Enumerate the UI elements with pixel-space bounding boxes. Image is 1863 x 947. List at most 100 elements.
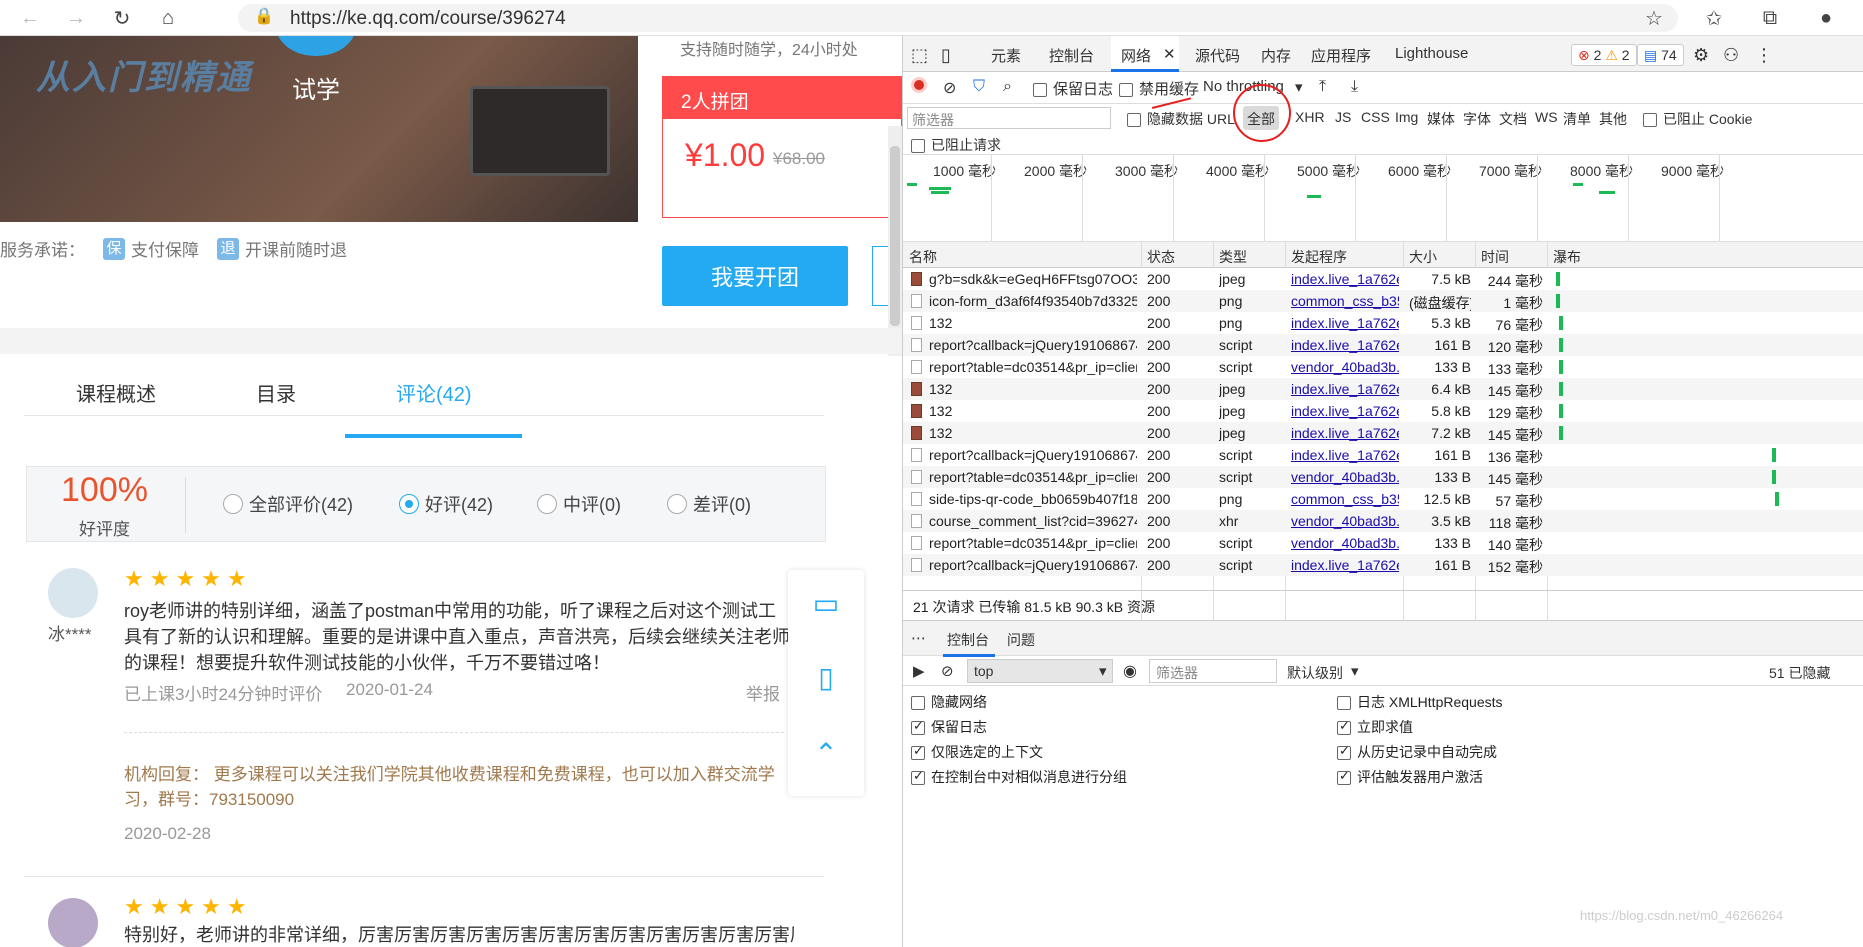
import-icon[interactable]: ⤒	[1319, 78, 1326, 96]
radio-selected-icon[interactable]	[399, 494, 419, 514]
drawer-more-icon[interactable]: ⋯	[911, 629, 926, 647]
console-option[interactable]: 在控制台中对相似消息进行分组	[911, 767, 1127, 787]
tab-lighthouse[interactable]: Lighthouse	[1395, 45, 1468, 62]
context-select[interactable]: top	[967, 659, 1113, 683]
table-row[interactable]: icon-form_d3af6f4f93540b7d33254... 200 png…	[903, 290, 1863, 312]
radio-icon[interactable]	[223, 494, 243, 514]
filter-type-js[interactable]: JS	[1335, 109, 1351, 125]
checkbox-icon[interactable]	[1119, 83, 1133, 98]
table-row[interactable]: course_comment_list?cid=396274&... 200 xhr…	[903, 510, 1863, 532]
error-warning-badge[interactable]: ⊗ 2 ⚠ 2	[1571, 44, 1637, 66]
col-type[interactable]: 类型	[1219, 247, 1247, 267]
console-filter-input[interactable]: 筛选器	[1149, 659, 1277, 683]
filter-type-other[interactable]: 其他	[1599, 109, 1627, 129]
table-row[interactable]: report?callback=jQuery1910686740... 200 sc…	[903, 444, 1863, 466]
checkbox-checked-icon[interactable]	[1337, 743, 1351, 761]
console-option[interactable]: 立即求值	[1337, 717, 1413, 737]
filter-neutral[interactable]: 中评(0)	[537, 491, 621, 517]
open-group-button[interactable]: 我要开团	[662, 246, 848, 306]
filter-type-xhr[interactable]: XHR	[1295, 109, 1325, 125]
table-row[interactable]: report?table=dc03514&pr_ip=client... 200 s…	[903, 466, 1863, 488]
cell-initiator[interactable]: index.live_1a762e...	[1291, 337, 1399, 353]
filter-type-doc[interactable]: 文档	[1499, 109, 1527, 129]
cell-initiator[interactable]: vendor_40bad3b...	[1291, 513, 1399, 529]
inspect-icon[interactable]: ⬚	[911, 45, 928, 66]
table-row[interactable]: report?table=dc03514&pr_ip=client... 200 s…	[903, 532, 1863, 554]
cell-initiator[interactable]: vendor_40bad3b...	[1291, 359, 1399, 375]
console-option[interactable]: 评估触发器用户激活	[1337, 767, 1483, 787]
favorites-icon[interactable]: ✩	[1700, 4, 1728, 32]
blocked-cookies-checkbox[interactable]: 已阻止 Cookie	[1643, 109, 1752, 129]
col-size[interactable]: 大小	[1409, 247, 1437, 267]
filter-type-font[interactable]: 字体	[1463, 109, 1491, 129]
disable-cache-checkbox[interactable]: 禁用缓存	[1119, 78, 1199, 99]
search-icon[interactable]: ⌕	[1003, 78, 1012, 96]
drawer-tab-issues[interactable]: 问题	[1007, 630, 1035, 650]
tab-console[interactable]: 控制台	[1049, 45, 1094, 66]
report-link[interactable]: 举报	[746, 680, 780, 705]
table-row[interactable]: 132 200 jpeg index.live_1a762e... 7.2 kB 145 …	[903, 422, 1863, 444]
settings-icon[interactable]: ⚙	[1693, 45, 1709, 66]
eye-icon[interactable]: ◉	[1123, 661, 1137, 681]
filter-type-media[interactable]: 媒体	[1427, 109, 1455, 129]
back-to-top-icon[interactable]: ⌃	[808, 736, 844, 772]
avatar[interactable]	[48, 568, 98, 618]
export-icon[interactable]: ⤓	[1351, 78, 1358, 96]
refresh-icon[interactable]: ↻	[108, 4, 136, 32]
col-name[interactable]: 名称	[909, 247, 937, 267]
cell-initiator[interactable]: index.live_1a762e...	[1291, 403, 1399, 419]
favorite-add-icon[interactable]: ☆	[1640, 4, 1668, 32]
blocked-requests-checkbox[interactable]: 已阻止请求	[911, 135, 1001, 155]
table-row[interactable]: 132 200 png index.live_1a762e... 5.3 kB 76 毫秒	[903, 312, 1863, 334]
cell-initiator[interactable]: index.live_1a762e...	[1291, 381, 1399, 397]
table-row[interactable]: 132 200 jpeg index.live_1a762e... 5.8 kB 129 …	[903, 400, 1863, 422]
table-row[interactable]: report?table=dc03514&pr_ip=client... 200 s…	[903, 356, 1863, 378]
checkbox-icon[interactable]	[911, 696, 925, 711]
cell-initiator[interactable]: vendor_40bad3b...	[1291, 469, 1399, 485]
avatar[interactable]	[48, 898, 98, 947]
url-text[interactable]: https://ke.qq.com/course/396274	[290, 8, 566, 30]
scrollbar-thumb[interactable]	[890, 146, 900, 326]
preserve-log-checkbox[interactable]: 保留日志	[1033, 78, 1113, 99]
radio-icon[interactable]	[537, 494, 557, 514]
checkbox-checked-icon[interactable]	[911, 743, 925, 761]
tab-application[interactable]: 应用程序	[1311, 45, 1371, 66]
checkbox-checked-icon[interactable]	[911, 768, 925, 786]
trial-label[interactable]: 试学	[292, 70, 340, 105]
tab-sources[interactable]: 源代码	[1195, 45, 1240, 66]
checkbox-icon[interactable]	[1127, 113, 1141, 128]
filter-icon[interactable]: ⛉	[973, 78, 985, 96]
filter-input[interactable]: 筛选器	[907, 107, 1111, 129]
cell-initiator[interactable]: index.live_1a762e...	[1291, 425, 1399, 441]
table-row[interactable]: report?callback=jQuery1910686740... 200 sc…	[903, 554, 1863, 576]
device-toggle-icon[interactable]: ▯	[941, 45, 951, 66]
cell-initiator[interactable]: common_css_b35...	[1291, 293, 1399, 309]
checkbox-checked-icon[interactable]	[911, 718, 925, 736]
tab-overview[interactable]: 课程概述	[76, 378, 156, 407]
table-row[interactable]: side-tips-qr-code_bb0659b407f187... 200 pn…	[903, 488, 1863, 510]
checkbox-icon[interactable]	[1643, 113, 1657, 128]
filter-negative[interactable]: 差评(0)	[667, 491, 751, 517]
checkbox-icon[interactable]	[1033, 83, 1047, 98]
console-option[interactable]: 日志 XMLHttpRequests	[1337, 692, 1503, 712]
radio-icon[interactable]	[667, 494, 687, 514]
cell-initiator[interactable]: index.live_1a762e...	[1291, 447, 1399, 463]
filter-type-img[interactable]: Img	[1395, 109, 1418, 125]
tab-network[interactable]: 网络	[1121, 45, 1151, 66]
home-icon[interactable]: ⌂	[154, 4, 182, 32]
collections-icon[interactable]: ⧉	[1756, 4, 1784, 32]
cell-initiator[interactable]: index.live_1a762e...	[1291, 271, 1399, 287]
col-waterfall[interactable]: 瀑布	[1553, 247, 1581, 267]
filter-type-css[interactable]: CSS	[1361, 109, 1390, 125]
cell-initiator[interactable]: index.live_1a762e...	[1291, 557, 1399, 573]
chevron-down-icon[interactable]: ▾	[1351, 662, 1359, 680]
checkbox-checked-icon[interactable]	[1337, 718, 1351, 736]
cell-initiator[interactable]: vendor_40bad3b...	[1291, 535, 1399, 551]
clear-console-icon[interactable]: ⊘	[941, 662, 954, 680]
col-time[interactable]: 时间	[1481, 247, 1509, 267]
cell-initiator[interactable]: common_css_b35...	[1291, 491, 1399, 507]
tab-memory[interactable]: 内存	[1261, 45, 1291, 66]
tab-reviews[interactable]: 评论(42)	[396, 378, 472, 407]
cell-initiator[interactable]: index.live_1a762e...	[1291, 315, 1399, 331]
table-row[interactable]: 132 200 jpeg index.live_1a762e... 6.4 kB 145 …	[903, 378, 1863, 400]
